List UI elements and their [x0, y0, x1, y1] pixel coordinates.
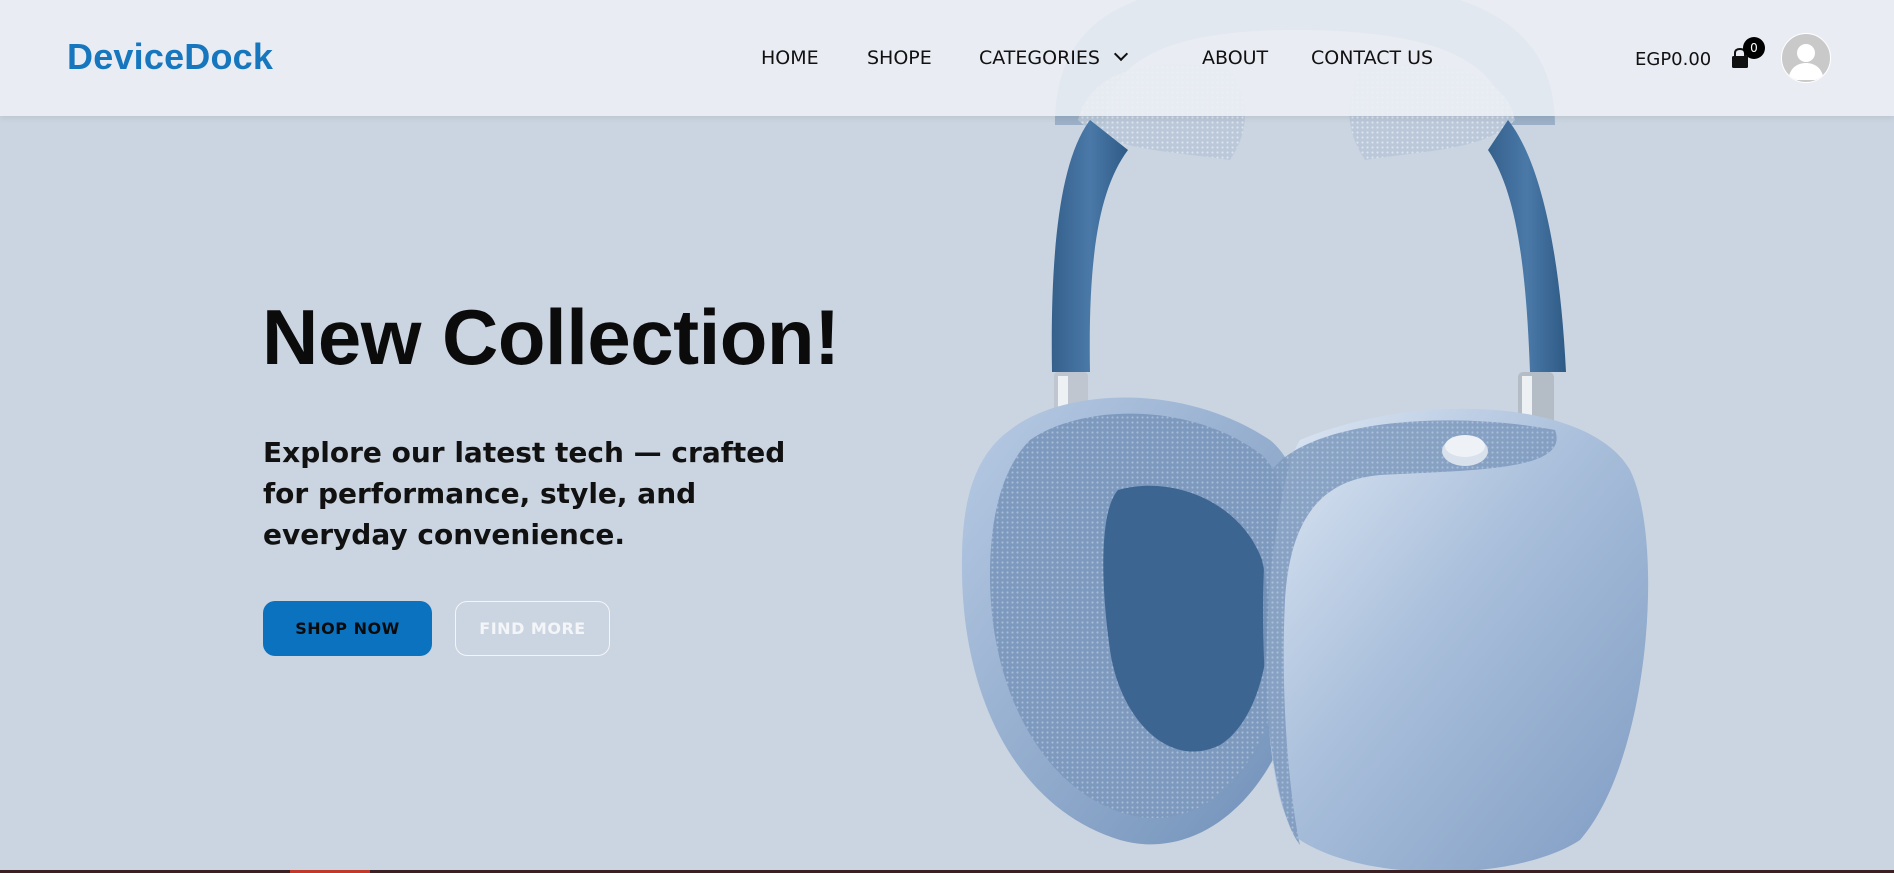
- nav-item-contact-us[interactable]: CONTACT US: [1311, 47, 1433, 69]
- nav-item-shope[interactable]: SHOPE: [867, 47, 932, 69]
- nav-item-categories[interactable]: CATEGORIES: [979, 46, 1129, 69]
- cart-total: EGP0.00: [1635, 49, 1712, 70]
- navbar: DeviceDock HOME SHOPE CATEGORIES ABOUT C…: [0, 0, 1894, 116]
- headphones-image: [961, 0, 1649, 872]
- brand-logo[interactable]: DeviceDock: [67, 36, 273, 78]
- nav-item-categories-label: CATEGORIES: [979, 47, 1100, 69]
- find-more-button[interactable]: FIND MORE: [455, 601, 610, 656]
- cart-count-badge: 0: [1743, 37, 1765, 59]
- chevron-down-icon: [1113, 46, 1129, 62]
- hero-title: New Collection!: [262, 293, 840, 381]
- hero-subtitle: Explore our latest tech — crafted for pe…: [263, 436, 786, 551]
- nav-item-home[interactable]: HOME: [761, 47, 819, 69]
- shop-now-button[interactable]: SHOP NOW: [263, 601, 432, 656]
- nav-item-about[interactable]: ABOUT: [1202, 47, 1268, 69]
- hero-section: New Collection! Explore our latest tech …: [0, 0, 1894, 873]
- user-avatar-icon[interactable]: [1781, 33, 1831, 83]
